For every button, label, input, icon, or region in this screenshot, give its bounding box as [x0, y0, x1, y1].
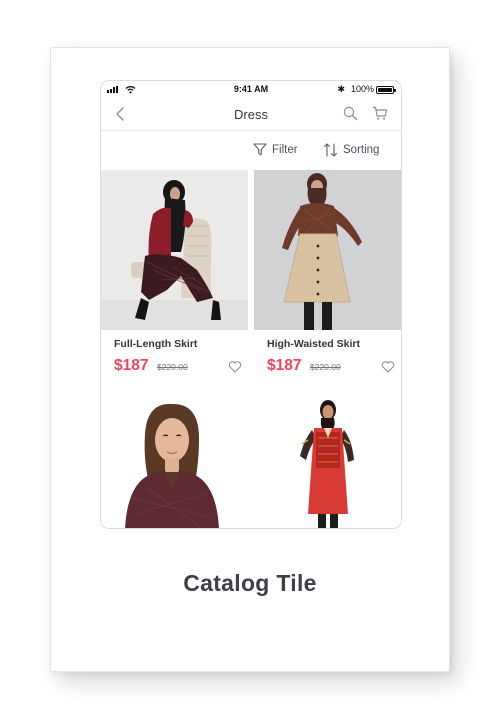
filter-icon — [253, 143, 267, 156]
product-image[interactable] — [254, 398, 401, 528]
heart-icon[interactable] — [228, 360, 242, 373]
product-tile[interactable]: High-Waisted Skirt $187 $220.00 — [254, 170, 401, 398]
caption: Catalog Tile — [183, 570, 317, 596]
search-icon[interactable] — [343, 106, 358, 121]
bluetooth-icon: ✱ — [337, 84, 345, 94]
sort-icon — [323, 143, 338, 157]
product-price: $187 — [267, 357, 302, 374]
product-tile[interactable] — [101, 398, 248, 528]
filter-bar: Filter Sorting — [101, 132, 401, 170]
sorting-button[interactable]: Sorting — [323, 143, 379, 157]
nav-bar: Dress — [101, 99, 401, 131]
filter-label: Filter — [272, 143, 298, 156]
product-old-price: $220.00 — [310, 362, 341, 372]
product-image[interactable] — [254, 170, 401, 330]
cart-icon[interactable] — [372, 106, 388, 121]
sorting-label: Sorting — [343, 144, 380, 156]
status-bar: 9:41 AM ✱ 100% — [101, 81, 401, 99]
product-tile[interactable]: Full-Length Skirt $187 $220.00 — [101, 170, 248, 398]
battery-percent: 100% — [350, 84, 374, 94]
product-image[interactable] — [101, 398, 248, 528]
product-tile[interactable] — [254, 398, 401, 528]
product-name[interactable]: High-Waisted Skirt — [267, 338, 360, 350]
product-image[interactable] — [101, 170, 248, 330]
battery-icon — [376, 86, 396, 94]
product-old-price: $220.00 — [157, 362, 188, 372]
heart-icon[interactable] — [381, 360, 395, 373]
phone-screen: 9:41 AM ✱ 100% Dress Filter Sorting Full… — [100, 80, 402, 529]
product-price: $187 — [114, 357, 149, 374]
filter-button[interactable]: Filter — [253, 143, 298, 156]
catalog-card: 9:41 AM ✱ 100% Dress Filter Sorting Full… — [50, 47, 450, 672]
product-name[interactable]: Full-Length Skirt — [114, 338, 197, 350]
